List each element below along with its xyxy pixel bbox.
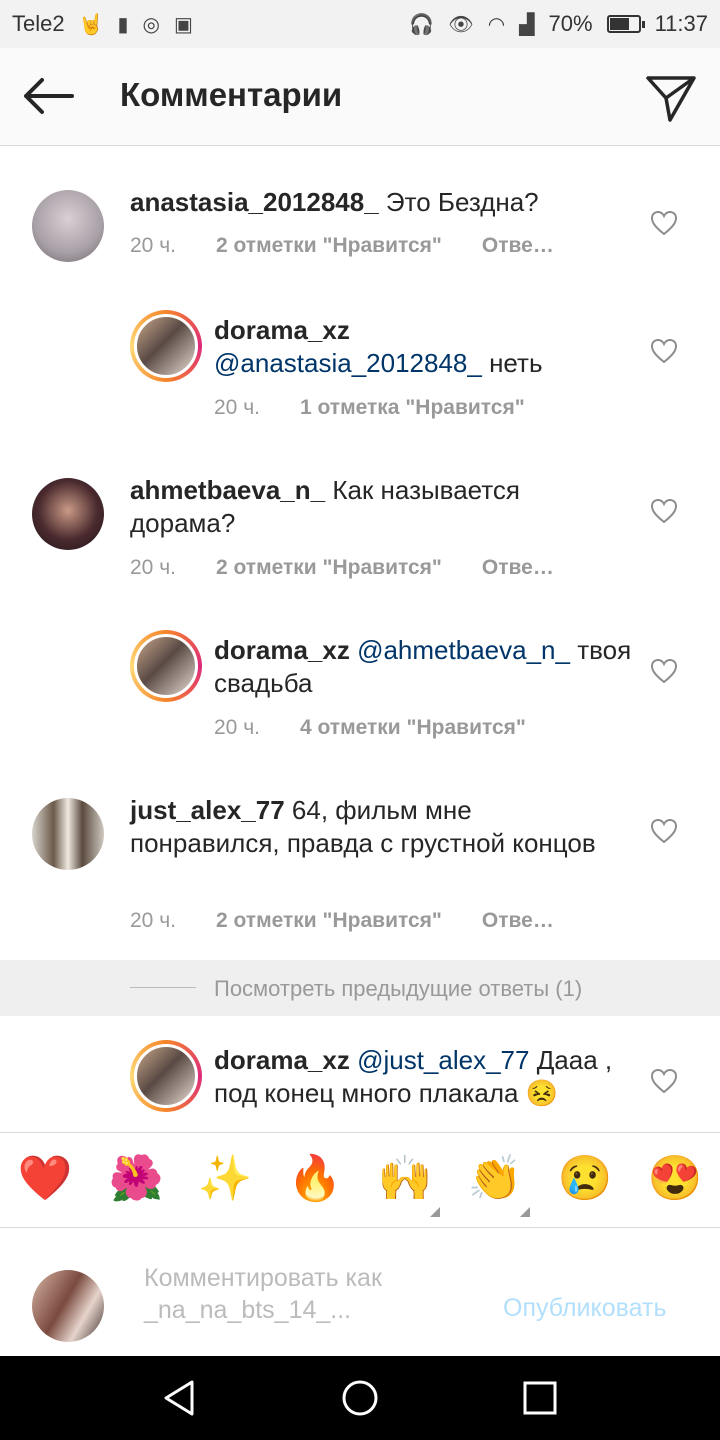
comment-username[interactable]: dorama_xz <box>214 315 350 345</box>
comment-text: anastasia_2012848_ Это Бездна? <box>130 186 620 219</box>
avatar[interactable] <box>32 478 104 550</box>
avatar <box>32 1270 104 1342</box>
headphones-icon: 🎧 <box>409 13 435 36</box>
comment-input-placeholder-user: _na_na_bts_14_... <box>144 1296 352 1324</box>
comment-likes[interactable]: 4 отметки "Нравится" <box>300 716 526 740</box>
skin-tone-indicator <box>430 1207 440 1217</box>
mention-link[interactable]: @just_alex_77 <box>357 1045 529 1075</box>
comment-likes[interactable]: 2 отметки "Нравится" <box>216 556 442 580</box>
comment-meta: 20 ч. 2 отметки "Нравится" Отве… <box>130 909 554 933</box>
clapping-emoji-button[interactable]: 👏 <box>465 1151 525 1207</box>
heart-eyes-emoji-button[interactable]: 😍 <box>645 1151 705 1207</box>
comment-body: Это Бездна? <box>385 187 539 217</box>
avatar[interactable] <box>32 190 104 262</box>
wifi-icon: ◠ <box>487 13 506 36</box>
reply-button[interactable]: Отве… <box>482 556 554 580</box>
battery-icon <box>606 15 645 33</box>
comments-list: anastasia_2012848_ Это Бездна? 20 ч. 2 о… <box>0 146 720 1132</box>
comment-meta: 20 ч. 1 отметка "Нравится" <box>214 396 525 420</box>
status-bar: Tele2 🤘 ▮ ◎ ▣ 🎧 👁 ◠ ▟ 70% 11:37 <box>0 0 720 48</box>
comment-body: неть <box>489 348 543 378</box>
comment-meta: 20 ч. 2 отметки "Нравится" Отве… <box>130 556 554 580</box>
comment-likes[interactable]: 2 отметки "Нравится" <box>216 909 442 933</box>
comment-meta: 20 ч. 4 отметки "Нравится" <box>214 716 526 740</box>
comment-username[interactable]: dorama_xz <box>214 1045 350 1075</box>
back-triangle-icon[interactable] <box>158 1376 202 1420</box>
sparkles-emoji-button[interactable]: ✨ <box>195 1151 255 1207</box>
heart-icon[interactable] <box>650 338 678 364</box>
view-previous-replies[interactable]: Посмотреть предыдущие ответы (1) <box>0 960 720 1016</box>
arrow-left-icon[interactable] <box>20 74 76 118</box>
comment-likes[interactable]: 2 отметки "Нравится" <box>216 234 442 258</box>
heart-icon[interactable] <box>650 818 678 844</box>
eye-icon: 👁 <box>448 13 474 36</box>
signal-icon: ▟ <box>519 13 535 36</box>
reply-button[interactable]: Отве… <box>482 234 554 258</box>
comment-username[interactable]: just_alex_77 <box>130 795 285 825</box>
comment-time: 20 ч. <box>214 716 260 739</box>
comment-username[interactable]: anastasia_2012848_ <box>130 187 379 217</box>
image-icon: ▣ <box>173 13 193 36</box>
comment-text: ahmetbaeva_n_ Как называется дорама? <box>130 474 620 540</box>
avatar[interactable] <box>130 310 202 382</box>
battery-percent: 70% <box>548 11 593 36</box>
rock-hand-icon: 🤘 <box>78 13 104 36</box>
comment-time: 20 ч. <box>130 556 176 579</box>
comment-input-placeholder: Комментировать как <box>144 1264 382 1292</box>
heart-icon[interactable] <box>650 658 678 684</box>
reply-button[interactable]: Отве… <box>482 909 554 933</box>
sd-card-icon: ▮ <box>117 13 129 36</box>
heart-emoji-button[interactable]: ❤️ <box>15 1151 75 1207</box>
mention-link[interactable]: @ahmetbaeva_n_ <box>357 635 570 665</box>
top-bar: Комментарии <box>0 48 720 146</box>
comment-text: dorama_xz @anastasia_2012848_ неть <box>214 314 634 380</box>
avatar[interactable] <box>130 1040 202 1112</box>
page-title: Комментарии <box>120 76 343 113</box>
raised-hands-emoji-button[interactable]: 🙌 <box>375 1151 435 1207</box>
hibiscus-emoji-button[interactable]: 🌺 <box>106 1151 166 1207</box>
crying-emoji-button[interactable]: 😢 <box>555 1151 615 1207</box>
fire-emoji-button[interactable]: 🔥 <box>285 1151 345 1207</box>
divider <box>130 987 196 988</box>
comment-username[interactable]: dorama_xz <box>214 635 350 665</box>
clock: 11:37 <box>654 11 708 36</box>
mention-link[interactable]: @anastasia_2012848_ <box>214 348 482 378</box>
comment-text: dorama_xz @ahmetbaeva_n_ твоя свадьба <box>214 634 634 700</box>
heart-icon[interactable] <box>650 498 678 524</box>
comment-meta: 20 ч. 2 отметки "Нравится" Отве… <box>130 234 554 258</box>
heart-icon[interactable] <box>650 210 678 236</box>
skin-tone-indicator <box>520 1207 530 1217</box>
notification-icon: ◎ <box>142 13 160 36</box>
comment-text: just_alex_77 64, фильм мне понравился, п… <box>130 794 620 860</box>
avatar[interactable] <box>130 630 202 702</box>
carrier-label: Tele2 <box>12 11 65 36</box>
publish-button[interactable]: Опубликовать <box>503 1294 666 1323</box>
heart-icon[interactable] <box>650 1068 678 1094</box>
comment-likes[interactable]: 1 отметка "Нравится" <box>300 396 525 420</box>
avatar[interactable] <box>32 798 104 870</box>
comment-username[interactable]: ahmetbaeva_n_ <box>130 475 325 505</box>
comment-time: 20 ч. <box>130 909 176 932</box>
system-nav-bar <box>0 1356 720 1440</box>
comment-time: 20 ч. <box>130 234 176 257</box>
paper-plane-icon[interactable] <box>644 70 698 124</box>
recents-square-icon[interactable] <box>518 1376 562 1420</box>
comment-text: dorama_xz @just_alex_77 Дааа , под конец… <box>214 1044 634 1110</box>
emoji-bar: ❤️ 🌺 ✨ 🔥 🙌 👏 😢 😍 <box>0 1132 720 1228</box>
comment-composer: Комментировать как _na_na_bts_14_... Опу… <box>0 1228 720 1356</box>
comment-input[interactable]: Комментировать как _na_na_bts_14_... <box>144 1262 464 1326</box>
comment-time: 20 ч. <box>214 396 260 419</box>
home-circle-icon[interactable] <box>338 1376 382 1420</box>
view-previous-link[interactable]: Посмотреть предыдущие ответы (1) <box>214 976 582 1002</box>
